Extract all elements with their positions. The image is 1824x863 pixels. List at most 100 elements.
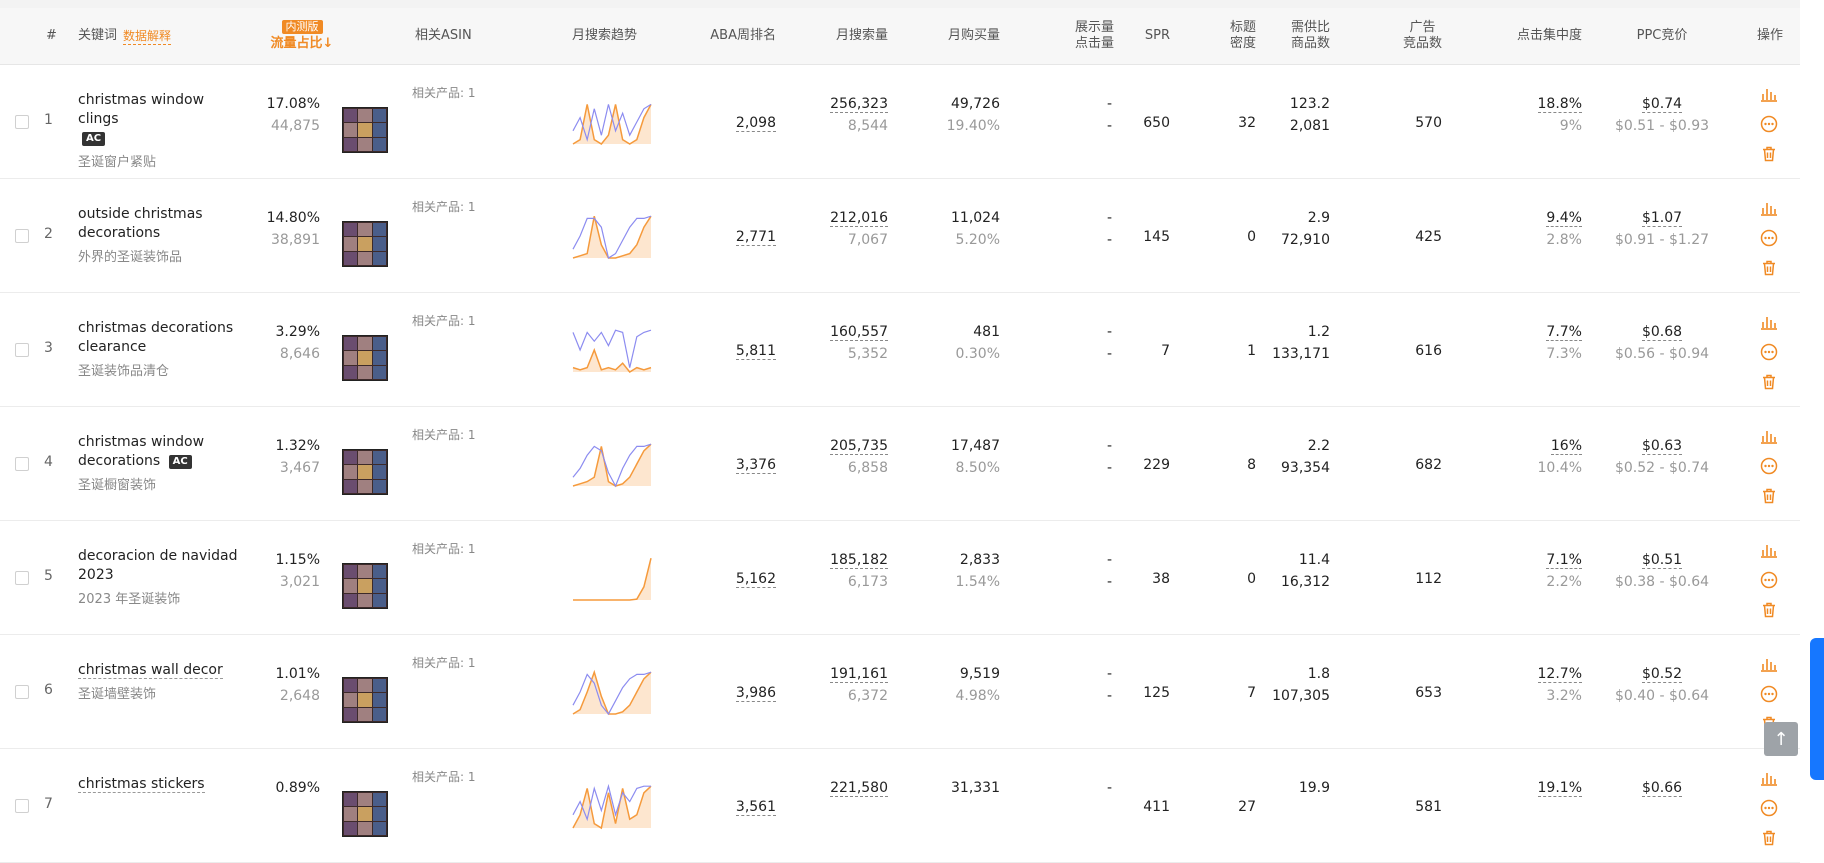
more-icon[interactable] <box>1760 229 1778 247</box>
header-ppc[interactable]: PPC竞价 <box>1620 8 1704 64</box>
row-checkbox[interactable] <box>15 571 29 585</box>
click-concentration-value[interactable]: 18.8% <box>1500 93 1582 115</box>
trash-icon[interactable] <box>1760 601 1778 619</box>
click-concentration-value[interactable]: 7.7% <box>1500 321 1582 343</box>
ppc-bid-value[interactable]: $0.66 <box>1600 777 1724 799</box>
ppc-bid-value[interactable]: $0.63 <box>1600 435 1724 457</box>
more-icon[interactable] <box>1760 799 1778 817</box>
keyword-text[interactable]: christmas wall decor <box>78 661 248 680</box>
click-concentration-value[interactable]: 9.4% <box>1500 207 1582 229</box>
keyword-text[interactable]: christmas stickers <box>78 775 248 794</box>
header-spr[interactable]: SPR <box>1130 8 1170 64</box>
header-impressions[interactable]: 展示量 点击量 <box>1040 8 1114 64</box>
header-click-concentration[interactable]: 点击集中度 <box>1500 8 1582 64</box>
header-aba-rank[interactable]: ABA周排名 <box>690 8 776 64</box>
monthly-search-value[interactable]: 185,182 <box>800 549 888 571</box>
keyword-text[interactable]: christmas window decorations AC <box>78 433 248 471</box>
aba-rank-value[interactable]: 5,162 <box>700 571 776 588</box>
trash-icon[interactable] <box>1760 259 1778 277</box>
related-products[interactable]: 相关产品: 1 <box>412 768 476 785</box>
bar-chart-icon[interactable] <box>1760 427 1778 445</box>
row-checkbox[interactable] <box>15 457 29 471</box>
monthly-trend-chart[interactable] <box>570 439 654 489</box>
more-icon[interactable] <box>1760 685 1778 703</box>
monthly-search-value[interactable]: 221,580 <box>800 777 888 799</box>
product-thumbnail[interactable] <box>342 221 388 267</box>
row-checkbox[interactable] <box>15 685 29 699</box>
keyword-text[interactable]: decoracion de navidad 2023 <box>78 547 248 585</box>
bar-chart-icon[interactable] <box>1760 655 1778 673</box>
product-thumbnail[interactable] <box>342 449 388 495</box>
monthly-search-value[interactable]: 212,016 <box>800 207 888 229</box>
click-concentration-value[interactable]: 7.1% <box>1500 549 1582 571</box>
product-thumbnail[interactable] <box>342 107 388 153</box>
ppc-bid-value[interactable]: $0.74 <box>1600 93 1724 115</box>
monthly-trend-chart[interactable] <box>570 781 654 831</box>
product-thumbnail[interactable] <box>342 335 388 381</box>
traffic-share-sort[interactable]: 流量占比↓ <box>271 36 334 52</box>
click-concentration-value[interactable]: 19.1% <box>1500 777 1582 799</box>
related-products[interactable]: 相关产品: 1 <box>412 654 476 671</box>
related-products[interactable]: 相关产品: 1 <box>412 84 476 101</box>
bar-chart-icon[interactable] <box>1760 541 1778 559</box>
monthly-search-value[interactable]: 160,557 <box>800 321 888 343</box>
more-icon[interactable] <box>1760 115 1778 133</box>
data-help-link[interactable]: 数据解释 <box>123 28 172 45</box>
more-icon[interactable] <box>1760 571 1778 589</box>
trash-icon[interactable] <box>1760 145 1778 163</box>
aba-rank-value[interactable]: 3,376 <box>700 457 776 474</box>
aba-rank-value[interactable]: 3,561 <box>700 799 776 816</box>
more-icon[interactable] <box>1760 343 1778 361</box>
related-products[interactable]: 相关产品: 1 <box>412 540 476 557</box>
back-to-top-button[interactable]: ↑ <box>1764 722 1798 756</box>
product-thumbnail[interactable] <box>342 563 388 609</box>
row-checkbox[interactable] <box>15 343 29 357</box>
monthly-search-value[interactable]: 191,161 <box>800 663 888 685</box>
bar-chart-icon[interactable] <box>1760 769 1778 787</box>
ppc-bid-value[interactable]: $1.07 <box>1600 207 1724 229</box>
aba-rank-value[interactable]: 3,986 <box>700 685 776 702</box>
monthly-search-value[interactable]: 205,735 <box>800 435 888 457</box>
click-concentration-sub: 10.4% <box>1537 460 1582 476</box>
aba-rank-value[interactable]: 2,771 <box>700 229 776 246</box>
header-monthly-search[interactable]: 月搜索量 <box>800 8 888 64</box>
row-checkbox[interactable] <box>15 115 29 129</box>
keyword-text[interactable]: outside christmas decorations <box>78 205 248 243</box>
click-concentration-value[interactable]: 16% <box>1500 435 1582 457</box>
monthly-trend-chart[interactable] <box>570 667 654 717</box>
header-title-density[interactable]: 标题 密度 <box>1200 8 1256 64</box>
keyword-text[interactable]: christmas window clings AC <box>78 91 248 148</box>
product-thumbnail[interactable] <box>342 791 388 837</box>
product-thumbnail[interactable] <box>342 677 388 723</box>
related-products[interactable]: 相关产品: 1 <box>412 312 476 329</box>
aba-rank-value[interactable]: 2,098 <box>700 115 776 132</box>
row-checkbox[interactable] <box>15 799 29 813</box>
related-products[interactable]: 相关产品: 1 <box>412 198 476 215</box>
row-checkbox[interactable] <box>15 229 29 243</box>
bar-chart-icon[interactable] <box>1760 85 1778 103</box>
monthly-search-value[interactable]: 256,323 <box>800 93 888 115</box>
trash-icon[interactable] <box>1760 829 1778 847</box>
click-concentration-value[interactable]: 12.7% <box>1500 663 1582 685</box>
ppc-bid-value[interactable]: $0.51 <box>1600 549 1724 571</box>
header-ad-competitors[interactable]: 广告 竞品数 <box>1390 8 1442 64</box>
bar-chart-icon[interactable] <box>1760 313 1778 331</box>
bar-chart-icon[interactable] <box>1760 199 1778 217</box>
more-icon[interactable] <box>1760 457 1778 475</box>
header-monthly-purchase[interactable]: 月购买量 <box>910 8 1000 64</box>
monthly-trend-chart[interactable] <box>570 325 654 375</box>
header-traffic-share[interactable]: 内测版 流量占比↓ <box>262 8 342 64</box>
header-supply-demand[interactable]: 需供比 商品数 <box>1280 8 1330 64</box>
supply-demand-cell: 11.4 16,312 <box>1270 549 1330 593</box>
ppc-bid-value[interactable]: $0.52 <box>1600 663 1724 685</box>
side-feedback-tab[interactable] <box>1810 638 1824 780</box>
monthly-trend-chart[interactable] <box>570 97 654 147</box>
ppc-bid-value[interactable]: $0.68 <box>1600 321 1724 343</box>
trash-icon[interactable] <box>1760 487 1778 505</box>
related-products[interactable]: 相关产品: 1 <box>412 426 476 443</box>
aba-rank-value[interactable]: 5,811 <box>700 343 776 360</box>
monthly-trend-chart[interactable] <box>570 553 654 603</box>
monthly-trend-chart[interactable] <box>570 211 654 261</box>
keyword-text[interactable]: christmas decorations clearance <box>78 319 248 357</box>
trash-icon[interactable] <box>1760 373 1778 391</box>
